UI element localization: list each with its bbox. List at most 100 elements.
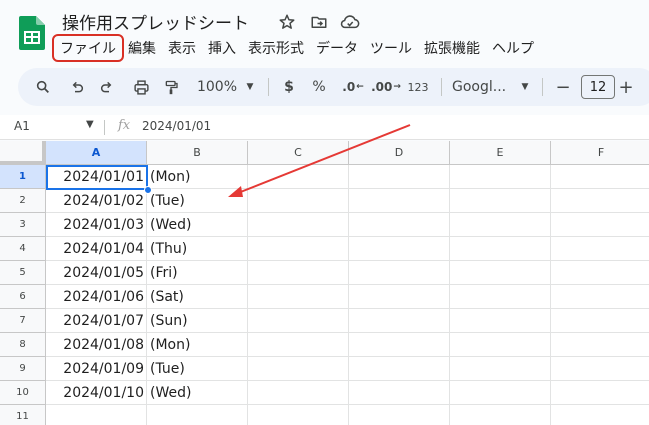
cell-f1[interactable] [551,165,649,189]
cell-e4[interactable] [450,237,551,261]
font-family-select[interactable]: Googl... [452,68,514,106]
cell-c4[interactable] [248,237,349,261]
column-header-e[interactable]: E [450,141,551,165]
menu-tools[interactable]: ツール [364,36,418,60]
menu-edit[interactable]: 編集 [122,36,162,60]
row-header[interactable]: 3 [0,213,46,237]
move-to-folder-icon[interactable] [309,12,329,32]
cell-e10[interactable] [450,381,551,405]
cell-a4[interactable]: 2024/01/04 [46,237,147,261]
cell-d2[interactable] [349,189,450,213]
row-header[interactable]: 6 [0,285,46,309]
column-header-a[interactable]: A [46,141,147,165]
cell-a2[interactable]: 2024/01/02 [46,189,147,213]
chevron-down-icon[interactable]: ▼ [243,68,257,106]
select-all-corner[interactable] [0,141,46,165]
zoom-select[interactable]: 100% [194,68,240,106]
cell-f6[interactable] [551,285,649,309]
formula-input[interactable]: 2024/01/01 [142,119,211,133]
fill-handle[interactable] [144,186,152,194]
currency-format-button[interactable]: $ [280,68,298,106]
cell-a9[interactable]: 2024/01/09 [46,357,147,381]
menu-insert[interactable]: 挿入 [202,36,242,60]
cell-c6[interactable] [248,285,349,309]
cell-b10[interactable]: (Wed) [147,381,248,405]
cell-b5[interactable]: (Fri) [147,261,248,285]
cell-a7[interactable]: 2024/01/07 [46,309,147,333]
cloud-saved-icon[interactable] [340,12,360,32]
row-header[interactable]: 11 [0,405,46,425]
cell-a6[interactable]: 2024/01/06 [46,285,147,309]
cell-e7[interactable] [450,309,551,333]
cell-f4[interactable] [551,237,649,261]
row-header[interactable]: 9 [0,357,46,381]
cell-c8[interactable] [248,333,349,357]
undo-icon[interactable] [66,68,88,106]
cell-e2[interactable] [450,189,551,213]
cell-f8[interactable] [551,333,649,357]
cell-b9[interactable]: (Tue) [147,357,248,381]
cell-c10[interactable] [248,381,349,405]
cell-d5[interactable] [349,261,450,285]
cell-b3[interactable]: (Wed) [147,213,248,237]
row-header[interactable]: 2 [0,189,46,213]
menu-view[interactable]: 表示 [162,36,202,60]
cell-d6[interactable] [349,285,450,309]
row-header[interactable]: 5 [0,261,46,285]
print-icon[interactable] [130,68,152,106]
cell-c3[interactable] [248,213,349,237]
cell-a3[interactable]: 2024/01/03 [46,213,147,237]
cell-b7[interactable]: (Sun) [147,309,248,333]
cell-d3[interactable] [349,213,450,237]
cell-c5[interactable] [248,261,349,285]
decrease-font-size-button[interactable]: − [553,68,573,106]
cell-e6[interactable] [450,285,551,309]
column-header-d[interactable]: D [349,141,450,165]
cell-e11[interactable] [450,405,551,425]
cell-d7[interactable] [349,309,450,333]
cell-e5[interactable] [450,261,551,285]
cell-d4[interactable] [349,237,450,261]
cell-c11[interactable] [248,405,349,425]
menu-format[interactable]: 表示形式 [242,36,310,60]
number-format-button[interactable]: 123 [406,68,430,106]
star-icon[interactable] [277,12,297,32]
cell-f10[interactable] [551,381,649,405]
chevron-down-icon[interactable]: ▼ [86,119,94,130]
cell-c1[interactable] [248,165,349,189]
cell-c9[interactable] [248,357,349,381]
cell-a8[interactable]: 2024/01/08 [46,333,147,357]
sheets-logo-icon[interactable] [19,16,45,50]
column-header-c[interactable]: C [248,141,349,165]
menu-help[interactable]: ヘルプ [486,36,540,60]
paint-format-icon[interactable] [160,68,182,106]
cell-f11[interactable] [551,405,649,425]
cell-d9[interactable] [349,357,450,381]
cell-c2[interactable] [248,189,349,213]
spreadsheet-grid[interactable]: ABCDEF 1 2024/01/01 (Mon) 2 2024/01/02 (Tue) 3… [0,141,649,425]
redo-icon[interactable] [96,68,118,106]
cell-d8[interactable] [349,333,450,357]
cell-a11[interactable] [46,405,147,425]
document-title[interactable]: 操作用スプレッドシート [62,9,249,34]
cell-a5[interactable]: 2024/01/05 [46,261,147,285]
cell-e1[interactable] [450,165,551,189]
cell-d10[interactable] [349,381,450,405]
row-header[interactable]: 7 [0,309,46,333]
menu-extensions[interactable]: 拡張機能 [418,36,486,60]
cell-f5[interactable] [551,261,649,285]
cell-f2[interactable] [551,189,649,213]
cell-b2[interactable]: (Tue) [147,189,248,213]
search-icon[interactable] [32,68,54,106]
increase-font-size-button[interactable]: + [616,68,636,106]
name-box[interactable]: A1 [14,119,30,133]
row-header[interactable]: 1 [0,165,46,189]
row-header[interactable]: 4 [0,237,46,261]
cell-a10[interactable]: 2024/01/10 [46,381,147,405]
row-header[interactable]: 10 [0,381,46,405]
column-header-b[interactable]: B [147,141,248,165]
cell-e8[interactable] [450,333,551,357]
chevron-down-icon[interactable]: ▼ [518,68,532,106]
cell-f9[interactable] [551,357,649,381]
cell-b1[interactable]: (Mon) [147,165,248,189]
